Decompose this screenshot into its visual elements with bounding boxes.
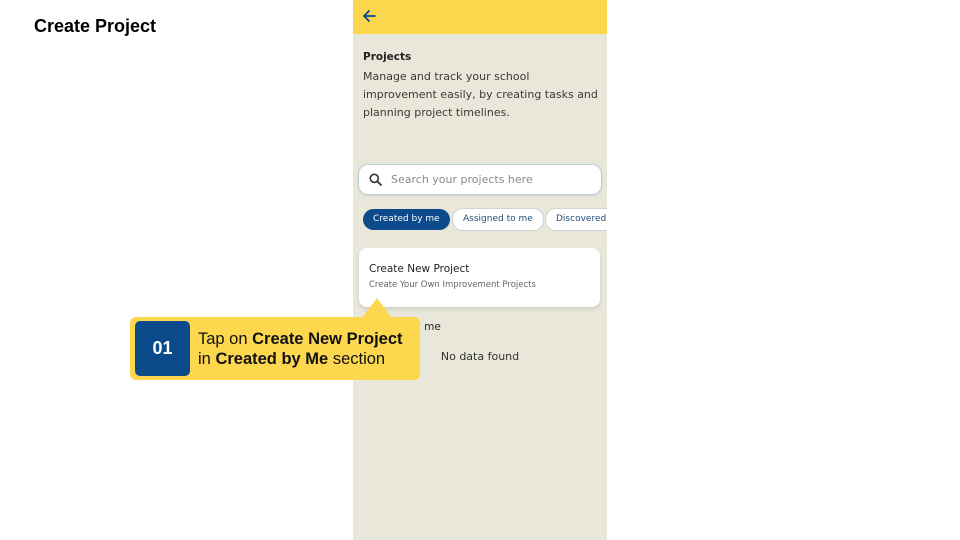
create-new-project-card[interactable]: Create New Project Create Your Own Impro… [359,248,600,307]
instruction-text: Tap on Create New Project in Created by … [198,329,416,369]
instruction-emphasis-1: Create New Project [252,330,403,348]
tab-assigned-to-me[interactable]: Assigned to me [452,208,544,231]
projects-description: Manage and track your school improvement… [363,70,598,119]
create-project-title: Create New Project [369,263,470,275]
arrow-left-icon[interactable] [361,8,377,24]
tab-created-by-me[interactable]: Created by me [363,209,450,230]
tab-discovered[interactable]: Discovered [545,208,607,231]
app-top-bar [353,0,607,34]
instruction-suffix: section [328,350,386,368]
projects-heading: Projects [363,51,412,63]
search-input[interactable] [391,165,591,194]
phone-screen: Projects Manage and track your school im… [353,0,607,540]
instruction-prefix-2: in [198,350,216,368]
instruction-emphasis-2: Created by Me [215,350,329,368]
step-badge: 01 [135,321,190,376]
create-project-subtitle: Create Your Own Improvement Projects [369,280,536,290]
search-box[interactable] [358,164,602,195]
search-icon [369,173,382,186]
page-title: Create Project [34,16,157,36]
instruction-prefix-1: Tap on [198,330,253,348]
instruction-callout: 01 Tap on Create New Project in Created … [130,317,420,380]
callout-pointer [362,298,392,318]
